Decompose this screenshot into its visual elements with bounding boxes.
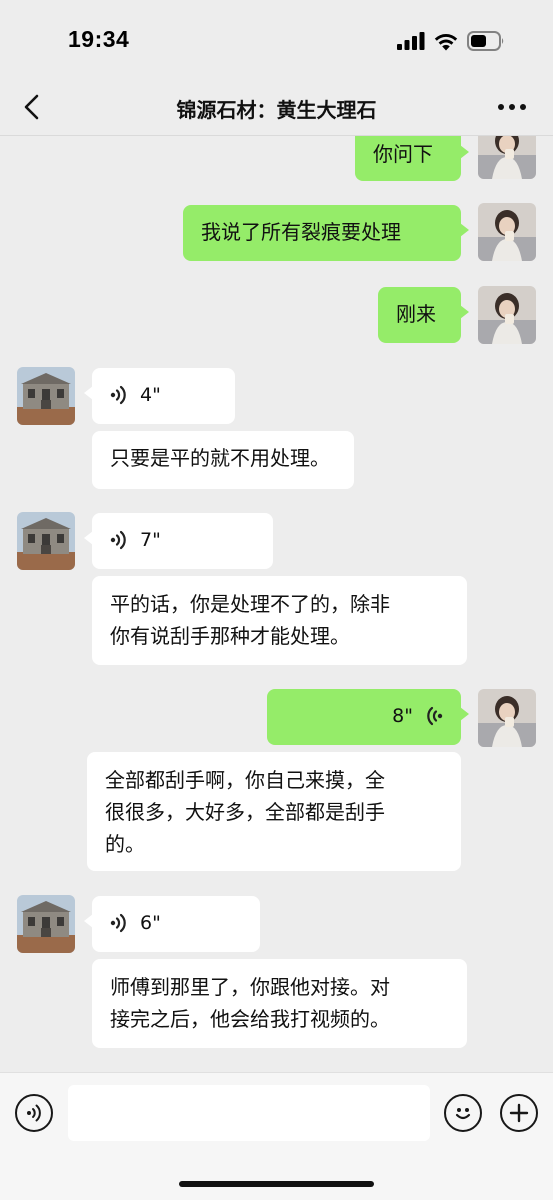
status-bar: 19:34 [0, 0, 553, 80]
voice-duration: 4" [140, 384, 161, 406]
message-bubble[interactable]: 刚来 [378, 287, 469, 343]
battery-icon [467, 31, 504, 51]
contact-avatar[interactable] [17, 895, 75, 953]
transcript-text: 只要是平的就不用处理。 [110, 446, 330, 470]
home-indicator[interactable] [179, 1181, 374, 1187]
voice-wave-icon [110, 530, 126, 550]
transcript-line: 你有说刮手那种才能处理。 [110, 624, 350, 648]
transcript-line: 很很多，大好多，全部都是刮手 [105, 800, 385, 824]
voice-duration: 7" [140, 529, 161, 551]
message-text: 我说了所有裂痕要处理 [201, 220, 401, 244]
voice-message[interactable]: 4" [84, 368, 235, 424]
voice-duration: 8" [392, 705, 413, 727]
chat-header: 锦源石材：黄生大理石 [0, 80, 553, 136]
voice-mode-button[interactable] [15, 1094, 53, 1132]
emoji-icon [455, 1108, 471, 1120]
voice-wave-icon [110, 385, 126, 405]
message-input[interactable] [68, 1085, 430, 1141]
transcript-line: 的。 [105, 832, 145, 856]
voice-transcript[interactable]: 只要是平的就不用处理。 [92, 431, 354, 489]
more-dots-icon [498, 104, 526, 110]
voice-transcript[interactable]: 师傅到那里了，你跟他对接。对 接完之后，他会给我打视频的。 [92, 959, 467, 1048]
voice-wave-icon [110, 913, 126, 933]
status-icons [397, 30, 505, 52]
cellular-signal-icon [397, 32, 425, 50]
more-button[interactable] [495, 94, 529, 120]
message-bubble[interactable]: 我说了所有裂痕要处理 [183, 205, 469, 261]
voice-duration: 6" [140, 912, 161, 934]
transcript-line: 师傅到那里了，你跟他对接。对 [110, 975, 390, 999]
message-text: 刚来 [396, 302, 436, 326]
message-text: 你问下 [373, 142, 433, 166]
voice-wave-icon [427, 706, 443, 726]
plus-icon [509, 1103, 529, 1123]
my-avatar[interactable] [478, 689, 536, 747]
more-functions-button[interactable] [500, 1094, 538, 1132]
transcript-line: 接完之后，他会给我打视频的。 [110, 1007, 390, 1031]
transcript-line: 全部都刮手啊，你自己来摸，全 [105, 768, 385, 792]
status-time: 19:34 [68, 26, 130, 52]
voice-mode-icon [27, 1104, 41, 1122]
wifi-icon [434, 33, 458, 50]
voice-message[interactable]: 6" [84, 896, 260, 952]
voice-transcript[interactable]: 平的话，你是处理不了的，除非 你有说刮手那种才能处理。 [92, 576, 467, 665]
chat-title: 锦源石材：黄生大理石 [176, 98, 377, 122]
voice-message[interactable]: 7" [84, 513, 273, 569]
voice-message[interactable]: 8" [267, 689, 469, 745]
my-avatar[interactable] [478, 286, 536, 344]
voice-transcript[interactable]: 全部都刮手啊，你自己来摸，全 很很多，大好多，全部都是刮手 的。 [87, 752, 461, 871]
my-avatar[interactable] [478, 203, 536, 261]
my-avatar[interactable] [478, 136, 536, 179]
contact-avatar[interactable] [17, 512, 75, 570]
emoji-button[interactable] [444, 1094, 482, 1132]
message-list[interactable]: 你问下 我说了所有裂痕要处理 刚来 4" 只要是平的就不用处理。 7" 平的话，… [0, 136, 553, 1072]
contact-avatar[interactable] [17, 367, 75, 425]
transcript-line: 平的话，你是处理不了的，除非 [110, 592, 390, 616]
message-bubble[interactable]: 你问下 [355, 136, 469, 181]
